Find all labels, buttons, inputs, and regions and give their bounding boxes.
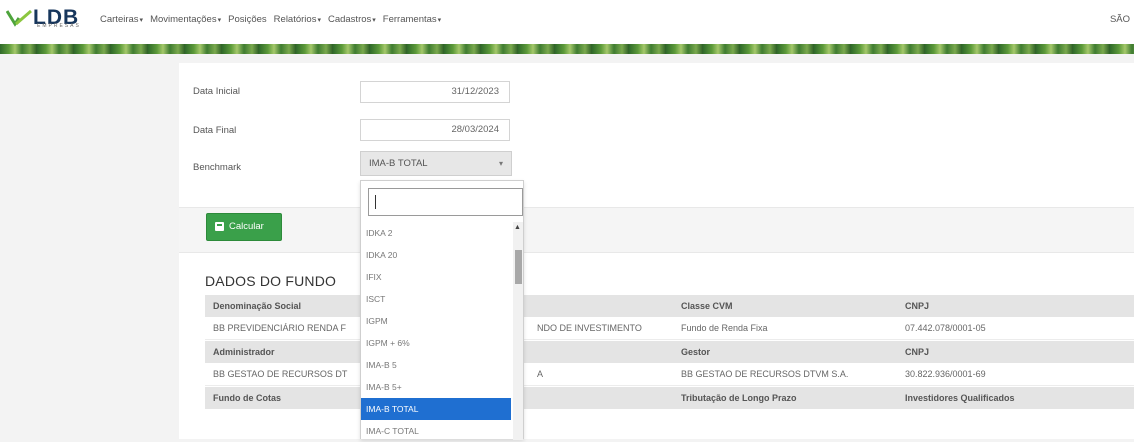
table-cell: CNPJ xyxy=(905,301,930,311)
table-cell: 07.442.078/0001-05 xyxy=(905,323,986,333)
menu-label: Posições xyxy=(228,14,267,25)
caret-down-icon: ▾ xyxy=(317,17,321,24)
table-cell: Fundo de Cotas xyxy=(213,393,281,403)
dropdown-option[interactable]: IGPM + 6% xyxy=(361,332,511,354)
table-cell: 30.822.936/0001-69 xyxy=(905,369,986,379)
dropdown-search-input[interactable] xyxy=(368,188,523,216)
table-header-row: Administrador Gestor CNPJ xyxy=(205,341,1134,363)
data-inicial-input[interactable]: 31/12/2023 xyxy=(360,81,510,103)
decorative-banner-stripe xyxy=(0,44,1134,54)
chevron-down-icon: ▾ xyxy=(498,159,503,168)
filter-form: Data Inicial 31/12/2023 Data Final 28/03… xyxy=(179,63,1134,207)
table-cell: Denominação Social xyxy=(213,301,302,311)
data-final-input[interactable]: 28/03/2024 xyxy=(360,119,510,141)
logo-mark-icon xyxy=(6,9,32,27)
table-header-row: Denominação Social Classe CVM CNPJ xyxy=(205,295,1134,317)
table-header-row: Fundo de Cotas Tributação de Longo Prazo… xyxy=(205,387,1134,409)
caret-down-icon: ▾ xyxy=(139,17,144,24)
table-cell: BB GESTAO DE RECURSOS DTVM S.A. xyxy=(681,369,849,379)
menu-label: Carteiras xyxy=(100,14,139,25)
nav-user-menu[interactable]: SÃO xyxy=(1110,14,1130,25)
menu-label: Cadastros xyxy=(327,14,372,25)
dropdown-option[interactable]: IFIX xyxy=(361,266,511,288)
calcular-button[interactable]: Calcular xyxy=(206,213,282,241)
dropdown-option[interactable]: IDKA 20 xyxy=(361,244,511,266)
dropdown-option[interactable]: IMA-B 5+ xyxy=(361,376,511,398)
table-cell: Tributação de Longo Prazo xyxy=(681,393,797,403)
calculator-icon xyxy=(215,222,224,231)
table-cell: Administrador xyxy=(213,347,275,357)
menu-carteiras[interactable]: Carteiras▾ xyxy=(100,14,143,25)
text-cursor xyxy=(375,195,376,209)
benchmark-dropdown: IDKA 2 IDKA 20 IFIX ISCT IGPM IGPM + 6% … xyxy=(360,180,524,442)
main-panel: Data Inicial 31/12/2023 Data Final 28/03… xyxy=(179,63,1134,439)
table-cell: Classe CVM xyxy=(681,301,733,311)
top-navbar: LDB EMPRESAS Carteiras▾ Movimentações▾ P… xyxy=(0,0,1134,44)
table-cell: Investidores Qualificados xyxy=(905,393,1015,403)
data-inicial-label: Data Inicial xyxy=(193,86,240,97)
table-cell: BB GESTAO DE RECURSOS DT xyxy=(213,369,348,379)
action-bar xyxy=(179,207,1134,253)
menu-label: Ferramentas xyxy=(382,14,437,25)
menu-ferramentas[interactable]: Ferramentas▾ xyxy=(383,14,441,25)
dropdown-option[interactable]: IMA-B 5 xyxy=(361,354,511,376)
table-cell: NDO DE INVESTIMENTO xyxy=(537,323,642,333)
calcular-button-label: Calcular xyxy=(229,221,264,232)
table-cell: CNPJ xyxy=(905,347,930,357)
dropdown-option[interactable]: IDKA 2 xyxy=(361,222,511,244)
table-row: BB GESTAO DE RECURSOS DT A BB GESTAO DE … xyxy=(205,363,1134,386)
benchmark-select[interactable]: IMA-B TOTAL ▾ xyxy=(360,151,512,176)
caret-down-icon: ▾ xyxy=(437,17,442,24)
table-cell: A xyxy=(537,369,544,379)
dropdown-option[interactable]: ISCT xyxy=(361,288,511,310)
benchmark-selected-value: IMA-B TOTAL xyxy=(369,158,428,169)
main-menu: Carteiras▾ Movimentações▾ Posições Relat… xyxy=(100,14,441,25)
data-final-label: Data Final xyxy=(193,125,237,136)
menu-label: Movimentações xyxy=(150,14,217,25)
menu-movimentacoes[interactable]: Movimentações▾ xyxy=(150,14,221,25)
logo-subtext: EMPRESAS xyxy=(37,23,81,29)
section-title: DADOS DO FUNDO xyxy=(205,273,337,289)
menu-label: Relatórios xyxy=(273,14,317,25)
dropdown-options: IDKA 2 IDKA 20 IFIX ISCT IGPM IGPM + 6% … xyxy=(361,222,511,442)
caret-down-icon: ▾ xyxy=(372,17,376,24)
dropdown-scrollbar[interactable]: ▲ xyxy=(513,222,523,440)
table-cell: Fundo de Renda Fixa xyxy=(681,323,768,333)
benchmark-label: Benchmark xyxy=(193,162,242,173)
menu-relatorios[interactable]: Relatórios▾ xyxy=(274,14,321,25)
dropdown-option-selected[interactable]: IMA-B TOTAL xyxy=(361,398,511,420)
scrollbar-thumb[interactable] xyxy=(515,250,522,284)
table-cell: BB PREVIDENCIÁRIO RENDA F xyxy=(213,323,347,333)
scroll-up-arrow-icon[interactable]: ▲ xyxy=(514,224,521,231)
table-row: BB PREVIDENCIÁRIO RENDA F NDO DE INVESTI… xyxy=(205,317,1134,340)
table-cell: Gestor xyxy=(681,347,711,357)
menu-cadastros[interactable]: Cadastros▾ xyxy=(328,14,376,25)
caret-down-icon: ▾ xyxy=(217,17,222,24)
menu-posicoes[interactable]: Posições xyxy=(228,14,267,25)
dropdown-option[interactable]: IGPM xyxy=(361,310,511,332)
